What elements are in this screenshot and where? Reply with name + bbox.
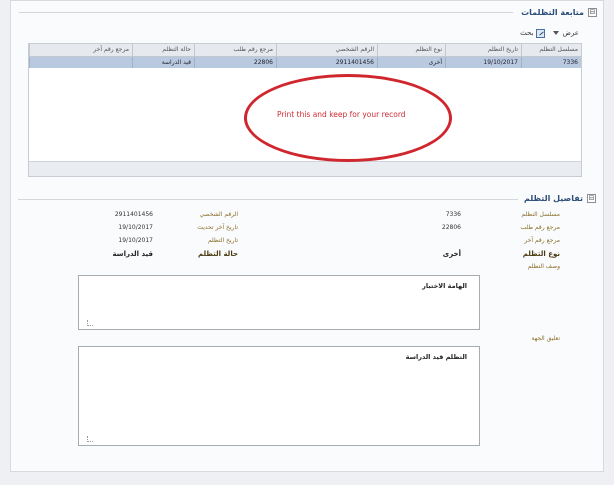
table-cell: 22806	[194, 57, 276, 68]
column-header[interactable]: مرجع رقم آخر	[29, 44, 132, 56]
table-cell: 2911401456	[276, 57, 377, 68]
grid-header: مسلسل التظلم تاريخ التظلم نوع التظلم الر…	[29, 44, 581, 57]
field-label: حالة التظلم	[197, 250, 238, 258]
search-button-label: بحث	[520, 29, 534, 37]
field-value: 7336	[445, 211, 461, 218]
field-value: 19/10/2017	[118, 237, 153, 244]
resize-grip-icon[interactable]	[87, 320, 93, 326]
search-button[interactable]: بحث	[520, 28, 546, 38]
field-label: مرجع رقم آخر	[524, 237, 560, 244]
description-textarea[interactable]: الهامة الاختبار	[78, 275, 480, 330]
response-textarea[interactable]: التظلم قيد الدراسة	[78, 346, 480, 446]
chevron-down-icon	[553, 31, 560, 35]
table-cell: أخرى	[377, 57, 445, 68]
details-section-header: ⊟ تفاصيل التظلم	[16, 191, 596, 205]
field-label: مسلسل التظلم	[521, 211, 560, 218]
annotation-text: Print this and keep for your record	[277, 110, 406, 119]
followup-section-title: متابعة التظلمات	[521, 7, 584, 17]
table-row[interactable]: 7336 19/10/2017 أخرى 2911401456 22806 قي…	[29, 57, 581, 68]
grid-footer	[29, 161, 581, 176]
collapse-icon[interactable]: ⊟	[588, 7, 597, 17]
field-label: تاريخ آخر تحديث	[197, 224, 238, 231]
description-label: وصف التظلم	[527, 263, 560, 270]
field-label: تاريخ التظلم	[207, 237, 238, 244]
view-dropdown-label: عرض	[562, 29, 579, 37]
column-header[interactable]: نوع التظلم	[377, 44, 445, 56]
field-value: قيد الدراسة	[112, 250, 153, 258]
table-cell: قيد الدراسة	[132, 57, 194, 68]
column-header[interactable]: مسلسل التظلم	[521, 44, 581, 56]
column-header[interactable]: تاريخ التظلم	[445, 44, 521, 56]
table-cell	[29, 57, 132, 68]
column-header[interactable]: الرقم الشخصي	[276, 44, 377, 56]
edit-icon	[536, 28, 546, 38]
collapse-icon[interactable]: ⊟	[587, 193, 596, 203]
description-text: الهامة الاختبار	[422, 282, 467, 290]
field-label: نوع التظلم	[522, 250, 560, 258]
table-cell: 7336	[521, 57, 581, 68]
field-value: 2911401456	[114, 211, 153, 218]
field-label: مرجع رقم طلب	[520, 224, 560, 231]
grid-toolbar: عرض بحث	[18, 25, 583, 41]
resize-grip-icon[interactable]	[87, 436, 93, 442]
table-cell: 19/10/2017	[445, 57, 521, 68]
field-value: 22806	[441, 224, 461, 231]
response-text: التظلم قيد الدراسة	[405, 353, 467, 361]
field-value: 19/10/2017	[118, 224, 153, 231]
column-header[interactable]: حالة التظلم	[132, 44, 194, 56]
field-value: أخرى	[442, 250, 461, 258]
details-section-title: تفاصيل التظلم	[523, 193, 583, 203]
field-label: الرقم الشخصي	[199, 211, 239, 218]
section-divider	[18, 199, 518, 200]
section-divider	[19, 12, 513, 13]
view-dropdown[interactable]: عرض	[553, 29, 579, 37]
column-header[interactable]: مرجع رقم طلب	[194, 44, 276, 56]
response-label: تعليق الجهة	[531, 335, 560, 342]
